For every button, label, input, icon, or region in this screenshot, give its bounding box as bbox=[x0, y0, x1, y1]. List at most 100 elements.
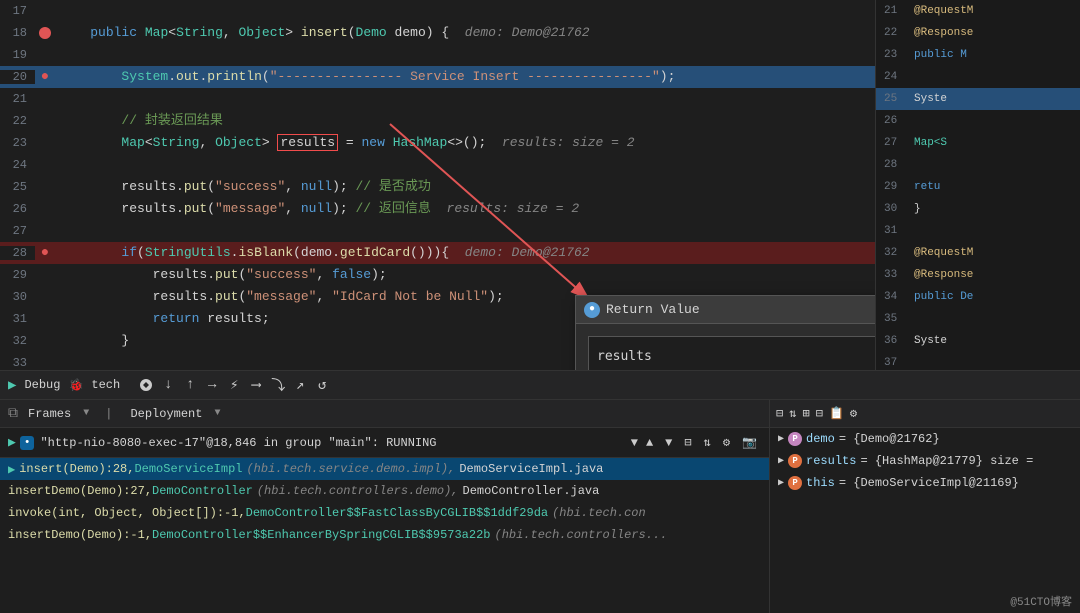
var-sort-icon[interactable]: ⇅ bbox=[789, 406, 796, 421]
thread-dropdown[interactable]: ▼ ▲ ▼ ⊟ ⇅ ⚙ 📷 bbox=[631, 433, 761, 452]
frame-filename: DemoServiceImpl.java bbox=[459, 462, 603, 476]
right-line-num: 24 bbox=[884, 71, 914, 83]
line-num: 28 bbox=[0, 246, 35, 260]
smart-step-icon[interactable]: ↗ bbox=[290, 375, 310, 395]
table-row: 26 results.put("message", null); // 返回信息… bbox=[0, 198, 875, 220]
line-content: results.put("message", null); // 返回信息 re… bbox=[55, 198, 875, 220]
var-item[interactable]: ▶ P this = {DemoServiceImpl@21169} bbox=[770, 472, 1080, 494]
nav-down-icon[interactable]: ▼ bbox=[661, 434, 676, 452]
step-over-icon[interactable] bbox=[136, 375, 156, 395]
right-line-content: Syste bbox=[914, 93, 947, 105]
table-row: 29 results.put("success", false); bbox=[0, 264, 875, 286]
right-line-content: @RequestM bbox=[914, 247, 973, 259]
frame-item[interactable]: insertDemo(Demo):27, DemoController (hbi… bbox=[0, 480, 769, 502]
frame-item[interactable]: invoke(int, Object, Object[]):-1, DemoCo… bbox=[0, 502, 769, 524]
expand-icon[interactable]: ▶ bbox=[778, 433, 784, 445]
expand-icon[interactable]: ▶ bbox=[778, 477, 784, 489]
table-row: 17 bbox=[0, 0, 875, 22]
var-collapse-icon[interactable]: ⊟ bbox=[816, 406, 823, 421]
right-line: 29 retu bbox=[876, 176, 1080, 198]
var-type-icon: P bbox=[788, 454, 802, 468]
var-item[interactable]: ▶ P demo = {Demo@21762} bbox=[770, 428, 1080, 450]
right-line: 30 } bbox=[876, 198, 1080, 220]
var-item[interactable]: ▶ P results = {HashMap@21779} size = bbox=[770, 450, 1080, 472]
line-num: 17 bbox=[0, 4, 35, 18]
run-to-cursor-icon[interactable]: → bbox=[202, 375, 222, 395]
settings-icon[interactable]: ⚙ bbox=[719, 433, 734, 452]
code-area: 17 18 public Map<String, Object> insert(… bbox=[0, 0, 1080, 370]
step-out-icon[interactable]: ↑ bbox=[180, 375, 200, 395]
var-filter-icon[interactable]: ⊟ bbox=[776, 406, 783, 421]
nav-up-icon[interactable]: ▲ bbox=[642, 434, 657, 452]
frame-method: insertDemo(Demo):-1, bbox=[8, 528, 152, 542]
var-type-icon: P bbox=[788, 432, 802, 446]
var-value: = {DemoServiceImpl@21169} bbox=[839, 476, 1019, 490]
right-line: 21 @RequestM bbox=[876, 0, 1080, 22]
line-num: 29 bbox=[0, 268, 35, 282]
frame-method: insert(Demo):28, bbox=[19, 462, 134, 476]
return-value-input[interactable] bbox=[588, 336, 875, 370]
var-name: results bbox=[806, 454, 856, 468]
dialog-icon: ● bbox=[584, 302, 600, 318]
var-value: = {HashMap@21779} size = bbox=[860, 454, 1033, 468]
tab-frames[interactable]: Frames bbox=[22, 405, 77, 423]
right-line-num: 30 bbox=[884, 203, 914, 215]
deployment-sep: | bbox=[105, 407, 112, 421]
line-gutter: ● bbox=[35, 69, 55, 85]
line-num: 32 bbox=[0, 334, 35, 348]
thread-selector: ▶ • "http-nio-8080-exec-17"@18,846 in gr… bbox=[0, 428, 769, 458]
var-copy-icon[interactable]: 📋 bbox=[829, 406, 844, 421]
right-line-content: Map<S bbox=[914, 137, 947, 149]
debug-play-icon[interactable]: ▶ bbox=[8, 377, 16, 394]
return-value-dialog[interactable]: ● Return Value ✕ ? OK Cancel bbox=[575, 295, 875, 370]
frame-file: (hbi.tech.controllers.demo), bbox=[257, 484, 459, 498]
dialog-title-bar: ● Return Value ✕ bbox=[576, 296, 875, 324]
var-expand-icon[interactable]: ⊞ bbox=[802, 406, 809, 421]
right-line-num: 23 bbox=[884, 49, 914, 61]
table-row: 19 bbox=[0, 44, 875, 66]
var-settings-icon[interactable]: ⚙ bbox=[850, 406, 857, 421]
reset-frame-icon[interactable]: ↺ bbox=[312, 375, 332, 395]
right-line-num: 26 bbox=[884, 115, 914, 127]
bottom-panel: ⧉ Frames ▼ | Deployment ▼ ▶ • "http-nio-… bbox=[0, 400, 1080, 613]
breakpoint-icon: ● bbox=[41, 69, 49, 85]
line-content: results.put("success", false); bbox=[55, 264, 875, 286]
thread-badge: • bbox=[20, 436, 35, 450]
right-line: 24 bbox=[876, 66, 1080, 88]
line-content: Map<String, Object> results = new HashMa… bbox=[55, 132, 875, 154]
frame-filename: DemoController.java bbox=[463, 484, 600, 498]
code-editor: 17 18 public Map<String, Object> insert(… bbox=[0, 0, 875, 370]
right-line-num: 34 bbox=[884, 291, 914, 303]
camera-icon[interactable]: 📷 bbox=[738, 433, 761, 452]
frame-list: ▶ insert(Demo):28, DemoServiceImpl (hbi.… bbox=[0, 458, 769, 613]
line-num: 18 bbox=[0, 26, 35, 40]
dialog-title: Return Value bbox=[606, 302, 875, 317]
force-step-into-icon[interactable]: ⤵ bbox=[268, 375, 288, 395]
sort-icon[interactable]: ⇅ bbox=[700, 433, 715, 452]
table-row: 18 public Map<String, Object> insert(Dem… bbox=[0, 22, 875, 44]
frame-item[interactable]: ▶ insert(Demo):28, DemoServiceImpl (hbi.… bbox=[0, 458, 769, 480]
force-step-over-icon[interactable]: ⟶ bbox=[246, 375, 266, 395]
frames-panel: ⧉ Frames ▼ | Deployment ▼ ▶ • "http-nio-… bbox=[0, 400, 770, 613]
right-line-num: 31 bbox=[884, 225, 914, 237]
step-into-icon[interactable]: ↓ bbox=[158, 375, 178, 395]
var-type-icon: P bbox=[788, 476, 802, 490]
right-line-num: 22 bbox=[884, 27, 914, 39]
line-num: 27 bbox=[0, 224, 35, 238]
table-row: 25 results.put("success", null); // 是否成功 bbox=[0, 176, 875, 198]
frames-arrow-icon: ▼ bbox=[83, 408, 89, 419]
tab-deployment[interactable]: Deployment bbox=[124, 405, 208, 423]
line-content: results.put("success", null); // 是否成功 bbox=[55, 176, 875, 198]
debug-toolbar: ▶ Debug 🐞 tech ↓ ↑ → ⚡ ⟶ ⤵ ↗ ↺ bbox=[0, 370, 1080, 400]
expand-icon[interactable]: ▶ bbox=[778, 455, 784, 467]
play-icon: ▶ bbox=[8, 435, 16, 450]
right-line: 27 Map<S bbox=[876, 132, 1080, 154]
evaluate-icon[interactable]: ⚡ bbox=[224, 375, 244, 395]
right-line-num: 27 bbox=[884, 137, 914, 149]
frame-item[interactable]: insertDemo(Demo):-1, DemoController$$Enh… bbox=[0, 524, 769, 546]
right-line-num: 37 bbox=[884, 357, 914, 369]
right-line-content: public De bbox=[914, 291, 973, 303]
filter-icon[interactable]: ⊟ bbox=[680, 433, 695, 452]
right-line-num: 25 bbox=[884, 93, 914, 105]
table-row: 20 ● System.out.println("---------------… bbox=[0, 66, 875, 88]
